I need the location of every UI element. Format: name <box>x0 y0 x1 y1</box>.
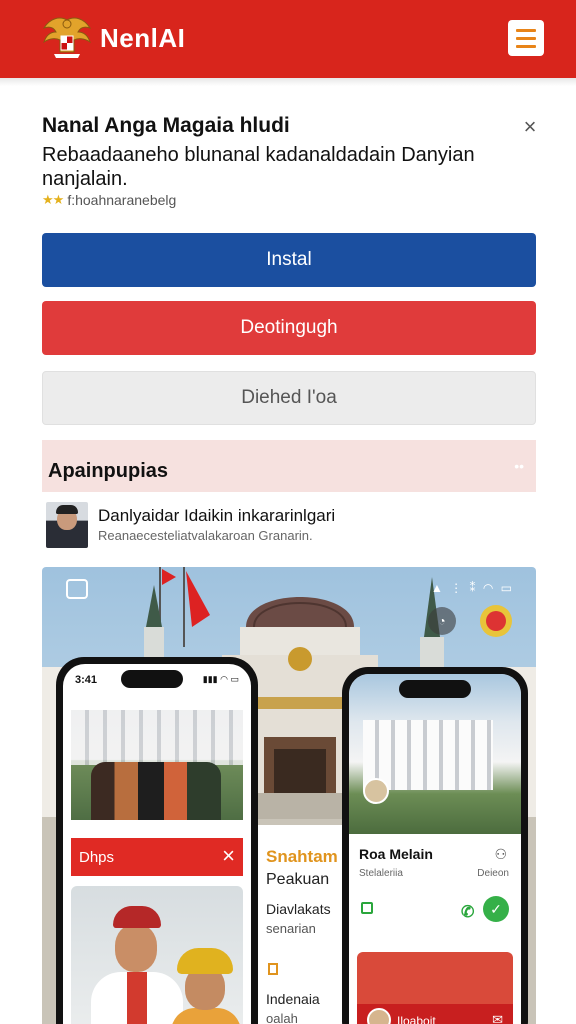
hamburger-menu-icon[interactable] <box>508 20 544 56</box>
install-button[interactable]: Instal <box>42 233 536 287</box>
profile-meta: Deieon <box>477 868 509 879</box>
gallery-icon[interactable] <box>66 579 88 599</box>
phone-right-screen: Roa Melain Stelaleriia ⚇ Deieon ✆ ✓ Iloa… <box>349 674 521 1024</box>
feature-line: Indenaia <box>266 991 320 1007</box>
developer-subtitle: Reanaecesteliatvalakaroan Granarin. <box>98 528 313 543</box>
app-header: NenlAI <box>0 0 576 78</box>
mail-icon[interactable]: ✉ <box>492 1012 503 1024</box>
header-shadow <box>0 78 576 86</box>
feature-title: Snahtam <box>266 847 338 866</box>
person-girl <box>171 948 241 1024</box>
app-rating: ★★ f:hoahnaranebelg <box>42 192 176 208</box>
brand-logo[interactable]: NenlAI <box>40 14 185 62</box>
phone-mockup-right: Roa Melain Stelaleriia ⚇ Deieon ✆ ✓ Iloa… <box>342 667 528 1024</box>
developer-name: Danlyaidar Idaikin inkararinlgari <box>98 506 336 525</box>
notification-label: Dhps <box>79 848 115 866</box>
feature-line: Peakuan <box>266 871 330 888</box>
profile-name: Roa Melain <box>359 846 433 862</box>
feature-line: senarian <box>266 921 316 936</box>
more-dots-icon[interactable]: •• <box>514 458 524 474</box>
developer-avatar <box>46 502 88 548</box>
section-title: Apainpupias <box>48 460 169 482</box>
section-header: Apainpupias •• <box>42 440 536 492</box>
signal-icon: ▮▮▮ ◠ ▭ <box>202 674 239 684</box>
phone-notch <box>399 680 471 698</box>
star-rating-icon: ★★ <box>42 192 64 207</box>
status-bar-icons: ▲ ⋮ ⁑ ◠ ▭ <box>430 581 514 595</box>
photo-building-columns <box>71 710 243 765</box>
hero-screenshot: ▲ ⋮ ⁑ ◠ ▭ ◔ 3:41 ▮▮▮ ◠ ▭ Dhps × Snahtam … <box>42 567 536 1024</box>
user-icon[interactable]: ⚇ <box>494 846 507 863</box>
notification-bar[interactable]: Dhps × <box>71 838 243 876</box>
bookmark-icon <box>268 963 278 975</box>
photo-people <box>91 762 221 820</box>
media-card-label: Iloaboit <box>397 1014 436 1024</box>
app-title: Nanal Anga Magaia hludi <box>42 114 290 137</box>
check-icon[interactable]: ✓ <box>483 896 509 922</box>
photo-portrait <box>71 886 243 1024</box>
feature-line: Diavlakats <box>266 901 331 917</box>
garuda-emblem-icon <box>42 17 92 58</box>
avatar[interactable] <box>363 778 389 804</box>
phone-mockup-left: 3:41 ▮▮▮ ◠ ▭ Dhps × <box>56 657 258 1024</box>
tertiary-action-button[interactable]: Diehed I'oa <box>42 371 536 425</box>
app-description: Rebaadaaneho blunanal kadanaldadain Dany… <box>42 144 475 190</box>
media-card[interactable]: Iloaboit ✉ <box>357 952 513 1024</box>
chat-icon[interactable] <box>361 902 373 914</box>
close-icon[interactable]: × <box>519 116 541 138</box>
feature-line: oalah <box>266 1011 298 1024</box>
brand-name: NenlAI <box>100 22 186 53</box>
phone-time: 3:41 <box>75 674 98 686</box>
secondary-action-button[interactable]: Deotingugh <box>42 301 536 355</box>
person-man <box>91 906 183 1024</box>
profile-subtitle: Stelaleriia <box>359 868 403 879</box>
phone-notch <box>121 670 183 688</box>
developer-row[interactable]: Danlyaidar Idaikin inkararinlgari Reanae… <box>42 500 536 550</box>
close-icon[interactable]: × <box>222 844 235 868</box>
rating-text: f:hoahnaranebelg <box>67 192 177 208</box>
record-icon[interactable] <box>480 605 512 637</box>
call-icon[interactable]: ✆ <box>461 902 474 922</box>
phone-left-screen: 3:41 ▮▮▮ ◠ ▭ Dhps × <box>63 664 251 1024</box>
chat-bubble-icon[interactable]: ◔ <box>428 607 456 635</box>
